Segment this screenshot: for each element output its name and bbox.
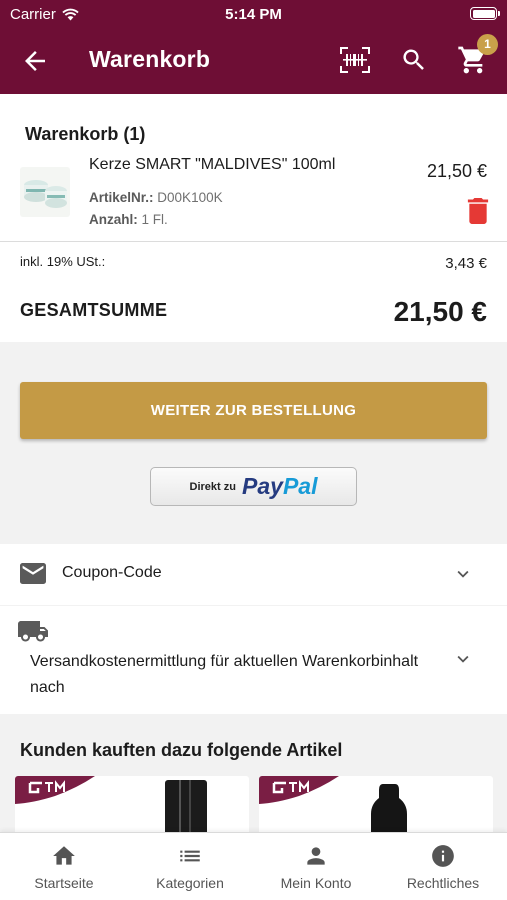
vat-value: 3,43 € bbox=[445, 255, 487, 272]
recommended-product-card[interactable] bbox=[259, 776, 493, 836]
nav-item-categories[interactable]: Kategorien bbox=[127, 833, 253, 900]
product-image-icon bbox=[371, 784, 407, 836]
quantity-row: Anzahl: 1 Fl. bbox=[89, 212, 168, 227]
divider bbox=[0, 241, 507, 242]
nav-item-label: Kategorien bbox=[156, 875, 224, 891]
quantity-label: Anzahl: bbox=[89, 212, 138, 227]
brand-logo-icon bbox=[15, 776, 95, 804]
paypal-logo: PayPal bbox=[242, 473, 317, 500]
shipping-estimate-row[interactable]: Versandkostenermittlung für aktuellen Wa… bbox=[0, 606, 507, 714]
product-name[interactable]: Kerze SMART "MALDIVES" 100ml bbox=[89, 156, 335, 174]
page-title: Warenkorb bbox=[89, 46, 211, 72]
article-number-row: ArtikelNr.: D00K100K bbox=[89, 190, 223, 205]
product-thumbnail[interactable] bbox=[20, 167, 70, 217]
vat-label: inkl. 19% USt.: bbox=[20, 254, 106, 269]
barcode-scanner-icon[interactable] bbox=[340, 46, 370, 74]
app-header: Carrier 5:14 PM Warenkorb 1 bbox=[0, 0, 507, 94]
mail-icon bbox=[20, 563, 46, 584]
article-number-value: D00K100K bbox=[157, 190, 223, 205]
nav-item-account[interactable]: Mein Konto bbox=[253, 833, 379, 900]
paypal-prefix: Direkt zu bbox=[189, 480, 236, 493]
battery-icon bbox=[470, 7, 500, 20]
coupon-code-label: Coupon-Code bbox=[62, 564, 162, 581]
chevron-down-icon[interactable] bbox=[452, 648, 474, 670]
nav-item-label: Mein Konto bbox=[280, 875, 352, 891]
nav-item-legal[interactable]: Rechtliches bbox=[380, 833, 506, 900]
recommended-product-card[interactable] bbox=[15, 776, 249, 836]
product-price: 21,50 € bbox=[426, 161, 487, 181]
back-arrow-icon[interactable] bbox=[20, 46, 50, 76]
total-label: GESAMTSUMME bbox=[20, 300, 168, 320]
shipping-estimate-label: Versandkostenermittlung für aktuellen Wa… bbox=[30, 653, 419, 696]
recommendations-title: Kunden kauften dazu folgende Artikel bbox=[20, 740, 343, 760]
list-icon bbox=[180, 850, 200, 862]
person-icon bbox=[307, 847, 325, 865]
nav-item-home[interactable]: Startseite bbox=[1, 833, 127, 900]
cart-summary-card: Warenkorb (1) Kerze SMART "MALDIVES" 100… bbox=[0, 94, 507, 342]
bottom-navigation: Startseite Kategorien Mein Konto Rechtli… bbox=[0, 832, 507, 900]
article-number-label: ArtikelNr.: bbox=[89, 190, 154, 205]
chevron-down-icon[interactable] bbox=[452, 563, 474, 585]
search-icon[interactable] bbox=[400, 46, 428, 74]
delete-item-icon[interactable] bbox=[467, 198, 489, 224]
coupon-code-row[interactable]: Coupon-Code bbox=[0, 544, 507, 605]
total-value: 21,50 € bbox=[393, 296, 487, 327]
nav-item-label: Rechtliches bbox=[406, 875, 480, 891]
info-icon bbox=[432, 845, 454, 867]
status-bar: Carrier 5:14 PM bbox=[0, 0, 507, 28]
brand-logo-icon bbox=[259, 776, 339, 804]
nav-item-label: Startseite bbox=[34, 875, 94, 891]
cart-count-badge: 1 bbox=[477, 34, 498, 55]
checkout-button[interactable]: WEITER ZUR BESTELLUNG bbox=[20, 382, 487, 439]
status-time: 5:14 PM bbox=[225, 6, 282, 23]
paypal-logo-pay: Pay bbox=[242, 473, 283, 499]
candle-image-icon bbox=[24, 180, 67, 208]
quantity-value: 1 Fl. bbox=[141, 212, 168, 227]
app-bar: Warenkorb 1 bbox=[0, 28, 507, 94]
paypal-checkout-button[interactable]: Direkt zu PayPal bbox=[150, 467, 357, 506]
cart-heading: Warenkorb (1) bbox=[25, 124, 146, 144]
home-icon bbox=[53, 846, 75, 865]
truck-icon bbox=[18, 621, 48, 642]
paypal-logo-pal: Pal bbox=[282, 473, 318, 499]
product-image-icon bbox=[165, 780, 207, 836]
